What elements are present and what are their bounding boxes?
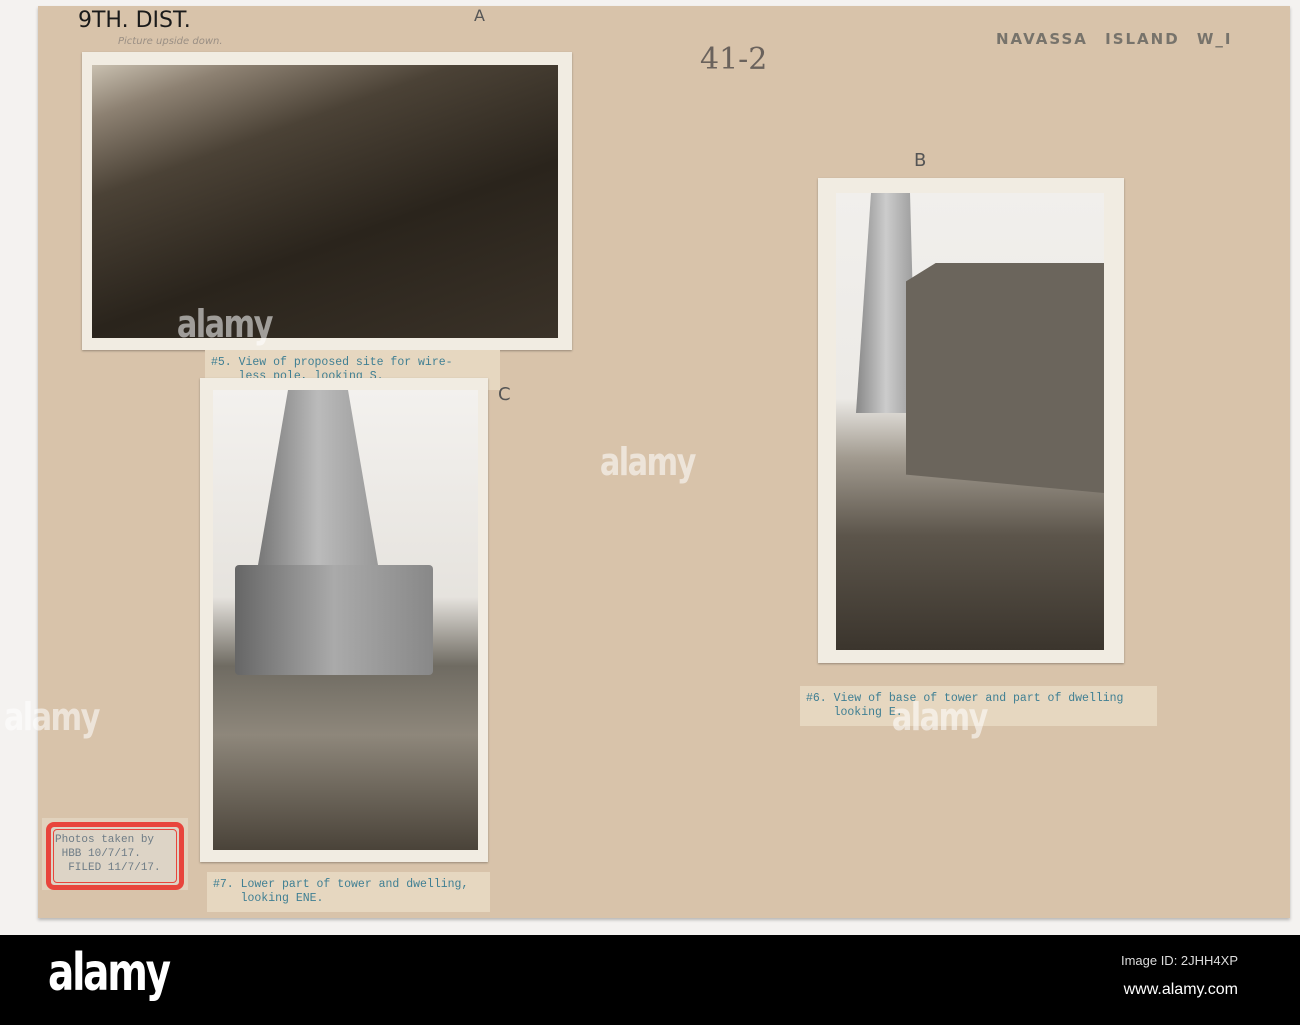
- photo-a-mount: [82, 52, 572, 350]
- photo-letter-b: B: [914, 150, 927, 171]
- photo-tower-dwelling: [836, 193, 1104, 650]
- watermark: alamy: [176, 302, 274, 346]
- watermark: alamy: [3, 695, 101, 739]
- image-id: Image ID: 2JHH4XP: [1120, 953, 1238, 968]
- stamp-text: Photos taken by HBB 10/7/17. FILED 11/7/…: [55, 834, 161, 874]
- alamy-logo: alamy: [48, 943, 171, 1003]
- photo-b-mount: [818, 178, 1124, 663]
- alamy-url[interactable]: www.alamy.com: [1124, 981, 1238, 999]
- dwelling-wall: [906, 263, 1104, 493]
- page-number: 41-2: [700, 42, 768, 77]
- location-stamp: NAVASSA ISLAND W_I: [996, 30, 1233, 48]
- caption-photo-7: #7. Lower part of tower and dwelling, lo…: [207, 872, 490, 912]
- watermark: alamy: [891, 695, 989, 739]
- filed-stamp: Photos taken by HBB 10/7/17. FILED 11/7/…: [46, 822, 184, 890]
- photo-tower-lower: [213, 390, 478, 850]
- pencil-note: Picture upside down.: [118, 36, 223, 47]
- tower-shape: [258, 390, 378, 565]
- photo-c-mount: [200, 378, 488, 862]
- stock-banner: alamy Image ID: 2JHH4XP www.alamy.com: [0, 935, 1300, 1025]
- photo-hillside: [92, 65, 558, 338]
- district-label: 9TH. DIST.: [78, 8, 191, 33]
- watermark: alamy: [599, 440, 697, 484]
- photo-letter-a: A: [474, 6, 485, 25]
- tower-base: [235, 565, 433, 675]
